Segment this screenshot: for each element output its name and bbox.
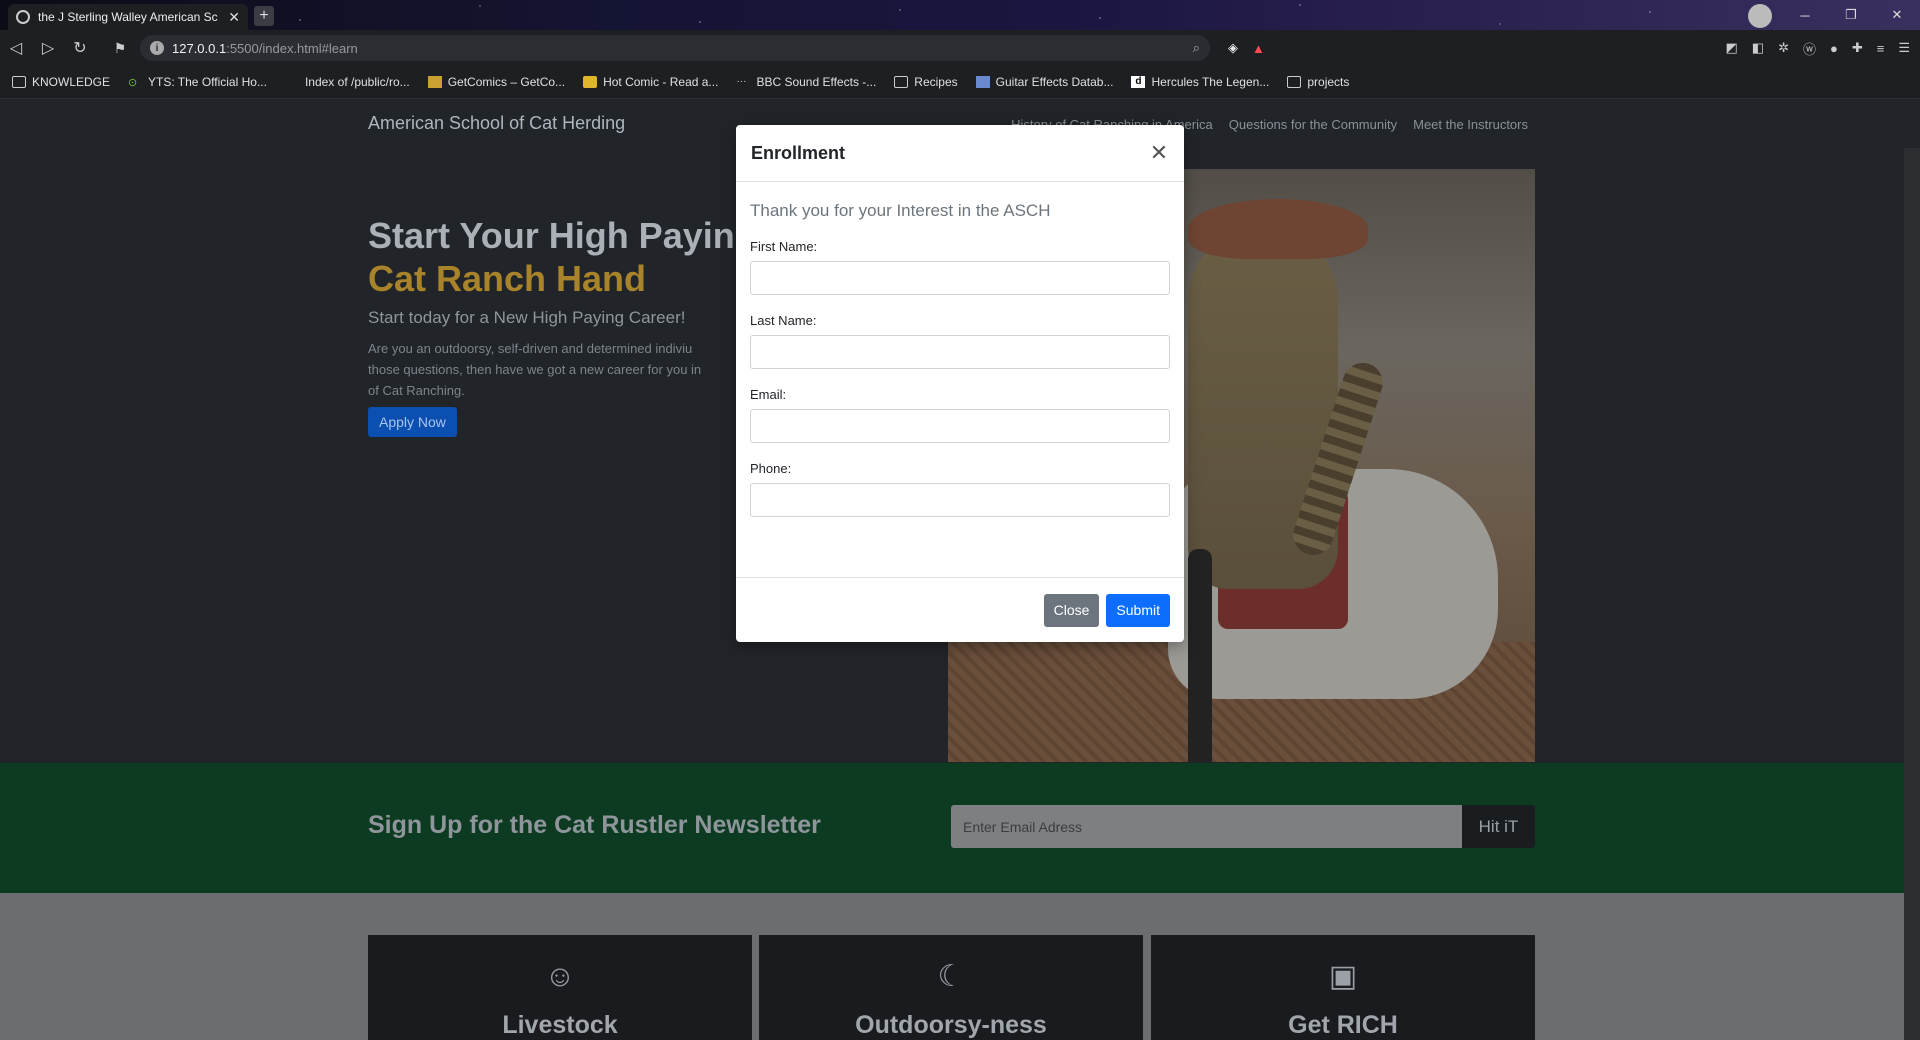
- bookmark-item[interactable]: d Hercules The Legen...: [1131, 75, 1269, 89]
- site-info-icon[interactable]: i: [150, 41, 164, 55]
- extensions-puzzle-icon[interactable]: ✚: [1852, 40, 1863, 56]
- hotcomic-icon: [583, 76, 598, 88]
- getcomics-icon: [427, 76, 442, 88]
- first-name-input[interactable]: [750, 261, 1170, 295]
- browser-chrome: the J Sterling Walley American Sc ✕ + ─ …: [0, 0, 1920, 99]
- bookmark-item[interactable]: Hot Comic - Read a...: [583, 75, 718, 89]
- form-group-email: Email:: [750, 387, 1170, 443]
- modal-footer: Close Submit: [736, 577, 1184, 642]
- submit-button[interactable]: Submit: [1106, 593, 1170, 627]
- guitar-icon: [975, 76, 990, 88]
- bookmark-item[interactable]: Index of /public/ro...: [285, 75, 410, 89]
- modal-title: Enrollment: [751, 142, 846, 163]
- bookmark-label: YTS: The Official Ho...: [148, 75, 267, 89]
- tab-title: the J Sterling Walley American Sc: [38, 10, 218, 24]
- bookmark-label: KNOWLEDGE: [32, 75, 111, 89]
- form-group-phone: Phone:: [750, 461, 1170, 517]
- first-name-label: First Name:: [750, 239, 818, 254]
- address-bar[interactable]: i 127.0.0.1:5500/index.html#learn ⌕: [140, 35, 1210, 61]
- bookmark-label: Recipes: [914, 75, 958, 89]
- zoom-icon[interactable]: ⌕: [1193, 40, 1200, 56]
- bookmark-label: projects: [1307, 75, 1350, 89]
- brave-rewards-icon[interactable]: ▲: [1252, 41, 1265, 56]
- browser-toolbar: ◁ ▷ ↻ ⚑ i 127.0.0.1:5500/index.html#lear…: [0, 30, 1920, 66]
- phone-label: Phone:: [750, 461, 792, 476]
- enrollment-modal: Enrollment ✕ Thank you for your Interest…: [736, 125, 1184, 642]
- modal-body: Thank you for your Interest in the ASCH …: [736, 201, 1184, 517]
- url-text[interactable]: 127.0.0.1:5500/index.html#learn: [172, 41, 1185, 56]
- back-icon[interactable]: ◁: [0, 32, 32, 64]
- reload-icon[interactable]: ↻: [64, 32, 96, 64]
- extension-icon[interactable]: ●: [1830, 41, 1838, 56]
- bookmark-item[interactable]: Guitar Effects Datab...: [975, 75, 1114, 89]
- form-group-last-name: Last Name:: [750, 313, 1170, 369]
- brave-shields-icon[interactable]: ◈: [1228, 40, 1238, 56]
- page-icon: [285, 76, 299, 88]
- bookmark-item[interactable]: KNOWLEDGE: [12, 75, 110, 89]
- bookmark-label: Index of /public/ro...: [304, 75, 410, 89]
- bookmark-item[interactable]: ⊙ YTS: The Official Ho...: [128, 75, 267, 89]
- email-input[interactable]: [750, 409, 1170, 443]
- bookmark-label: BBC Sound Effects -...: [756, 75, 877, 89]
- extension-icon[interactable]: ⓦ: [1803, 39, 1816, 58]
- form-group-first-name: First Name:: [750, 239, 1170, 295]
- bookmark-label: Hot Comic - Read a...: [603, 75, 719, 89]
- minimize-icon[interactable]: ─: [1782, 0, 1828, 30]
- bookmark-label: GetComics – GetCo...: [447, 75, 566, 89]
- last-name-label: Last Name:: [750, 313, 817, 328]
- restore-icon[interactable]: ❐: [1828, 0, 1874, 30]
- bookmark-item[interactable]: GetComics – GetCo...: [427, 75, 566, 89]
- bookmarks-bar: KNOWLEDGE ⊙ YTS: The Official Ho... Index…: [0, 66, 1920, 99]
- folder-icon: [1287, 76, 1302, 88]
- folder-icon: [12, 76, 26, 88]
- new-tab-button[interactable]: +: [254, 6, 274, 26]
- bbc-icon: ···: [736, 76, 747, 87]
- tab-strip: [0, 0, 1920, 30]
- playlist-icon[interactable]: ≡: [1877, 41, 1885, 56]
- last-name-input[interactable]: [750, 335, 1170, 369]
- email-label: Email:: [750, 387, 787, 402]
- yts-icon: ⊙: [128, 77, 138, 89]
- profile-avatar[interactable]: [1748, 4, 1772, 28]
- brave-icons: ◈ ▲: [1228, 40, 1265, 56]
- extensions-area: ◩ ◧ ✲ ⓦ ● ✚ ≡ ☰: [1725, 30, 1910, 66]
- bookmark-label: Hercules The Legen...: [1151, 75, 1270, 89]
- close-button[interactable]: Close: [1043, 593, 1100, 627]
- bookmark-item[interactable]: projects: [1287, 75, 1349, 89]
- dailymotion-icon: d: [1131, 76, 1146, 88]
- bookmark-page-icon[interactable]: ⚑: [108, 40, 132, 57]
- extension-icon[interactable]: ✲: [1778, 40, 1789, 56]
- url-path: :5500/index.html#learn: [226, 40, 358, 56]
- tab-close-icon[interactable]: ✕: [228, 9, 240, 26]
- close-window-icon[interactable]: ✕: [1874, 0, 1920, 30]
- bookmark-item[interactable]: ··· BBC Sound Effects -...: [736, 75, 876, 89]
- folder-icon: [894, 76, 909, 88]
- extension-icon[interactable]: ◩: [1725, 40, 1737, 56]
- page-favicon-icon: [16, 10, 30, 24]
- browser-tab[interactable]: the J Sterling Walley American Sc ✕: [8, 4, 248, 30]
- forward-icon[interactable]: ▷: [32, 32, 64, 64]
- menu-icon[interactable]: ☰: [1898, 40, 1910, 56]
- modal-header: Enrollment ✕: [736, 125, 1184, 182]
- extension-icon[interactable]: ◧: [1752, 40, 1764, 56]
- bookmark-label: Guitar Effects Datab...: [995, 75, 1114, 89]
- close-icon[interactable]: ✕: [1149, 142, 1169, 164]
- phone-input[interactable]: [750, 483, 1170, 517]
- window-controls: ─ ❐ ✕: [1782, 0, 1920, 30]
- bookmark-item[interactable]: Recipes: [894, 75, 958, 89]
- url-host: 127.0.0.1: [172, 40, 227, 56]
- modal-lead: Thank you for your Interest in the ASCH: [750, 201, 1051, 220]
